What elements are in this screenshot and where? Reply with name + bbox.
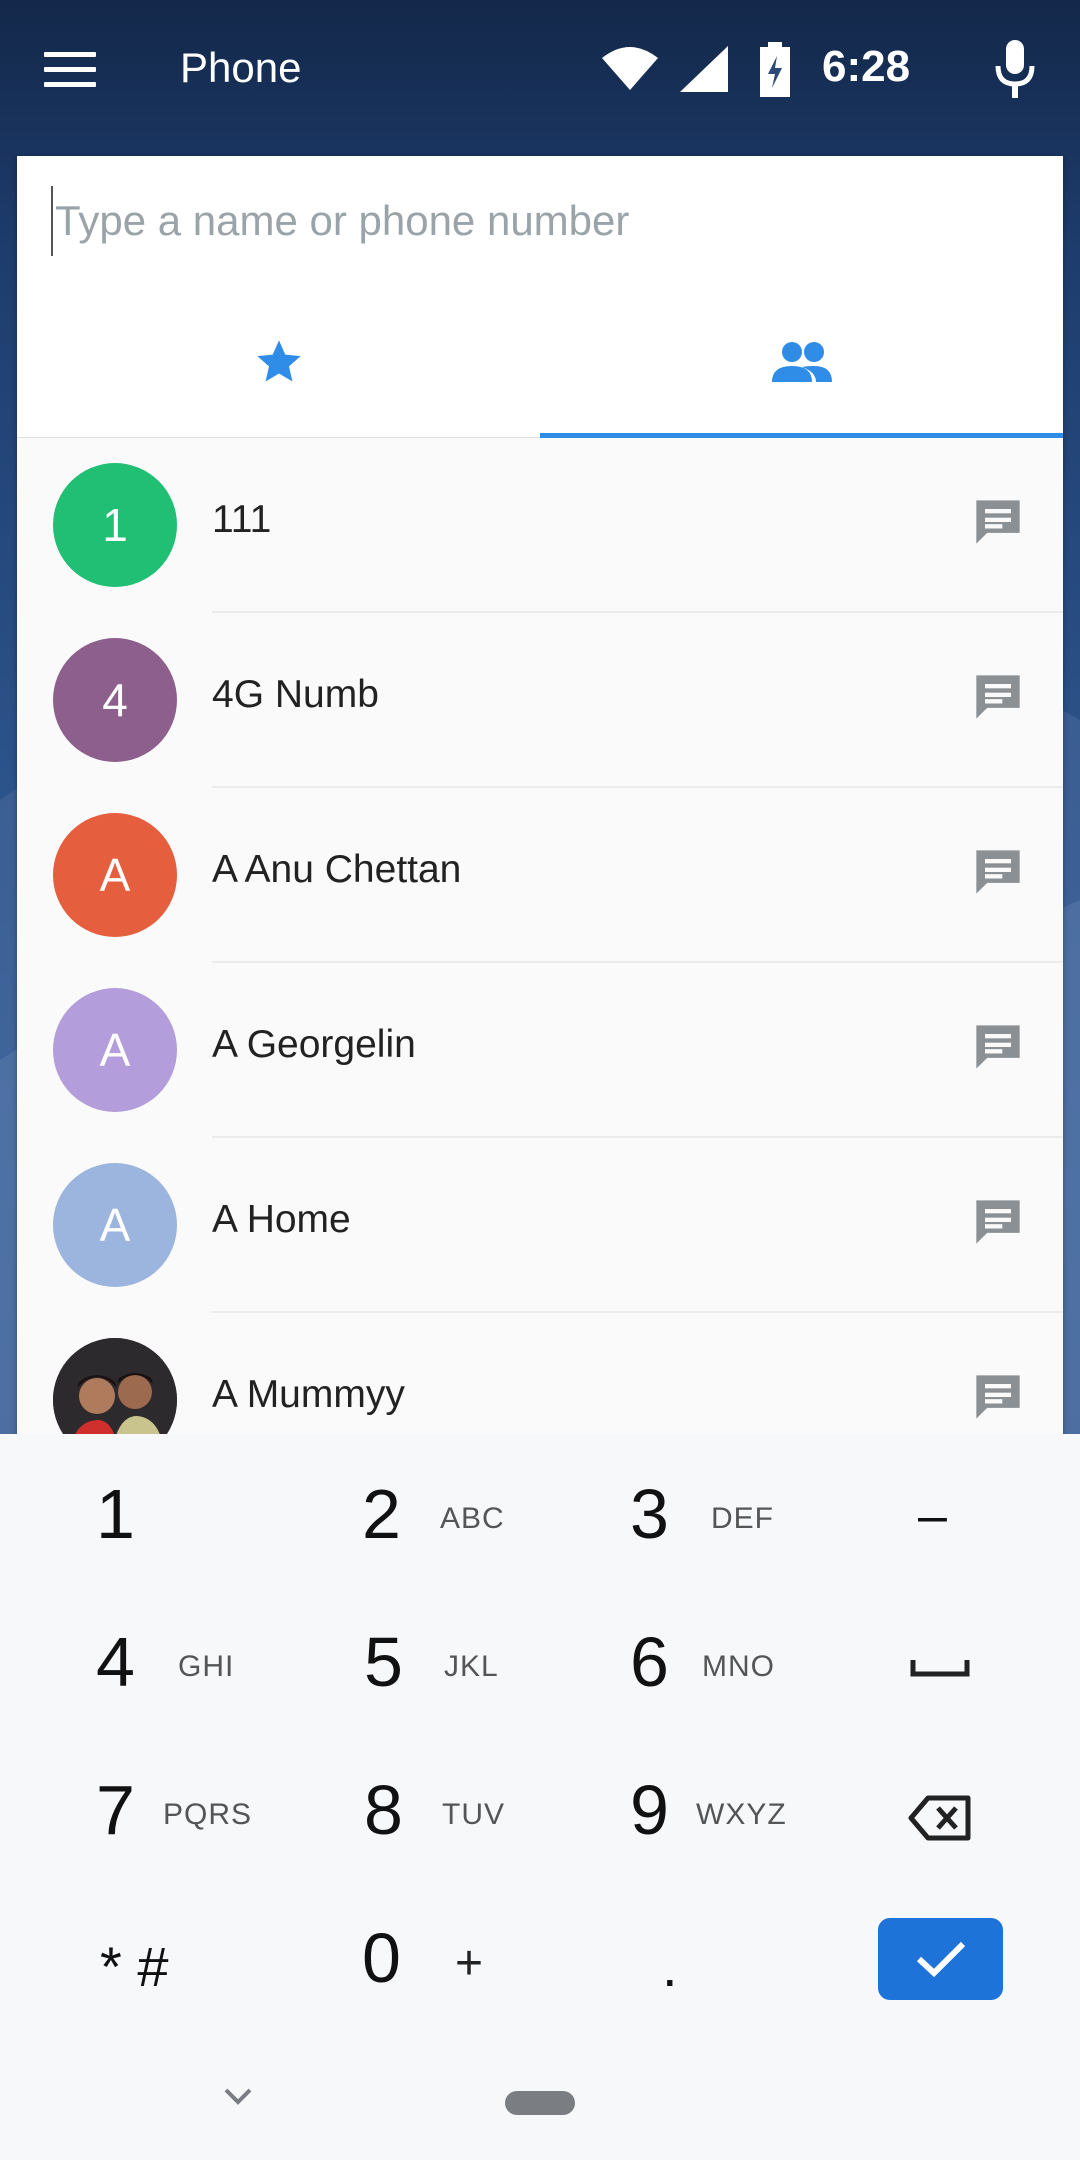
avatar: 1 bbox=[53, 463, 177, 587]
list-item[interactable]: A A Georgelin bbox=[17, 963, 1063, 1138]
chevron-down-icon[interactable] bbox=[220, 2084, 256, 2108]
backspace-icon[interactable] bbox=[908, 1794, 972, 1842]
key-7[interactable]: 7 PQRS bbox=[0, 1730, 270, 1878]
key-8[interactable]: 8 TUV bbox=[270, 1730, 540, 1878]
app-bar: Phone 6:28 bbox=[0, 0, 1080, 150]
avatar: A bbox=[53, 813, 177, 937]
key-6[interactable]: 6 MNO bbox=[540, 1582, 810, 1730]
key-letters: DEF bbox=[711, 1502, 774, 1535]
key-digit: 1 bbox=[96, 1475, 135, 1553]
key-letters: ABC bbox=[440, 1502, 505, 1535]
tab-favorites[interactable] bbox=[17, 286, 540, 438]
key-digit: 5 bbox=[364, 1623, 403, 1701]
key-2[interactable]: 2 ABC bbox=[270, 1434, 540, 1582]
confirm-button[interactable] bbox=[878, 1918, 1003, 2000]
avatar: A bbox=[53, 988, 177, 1112]
list-item[interactable]: 1 111 bbox=[17, 438, 1063, 613]
home-pill[interactable] bbox=[505, 2091, 575, 2115]
battery-charging-icon bbox=[760, 42, 790, 97]
star-icon bbox=[256, 340, 301, 382]
tab-bar bbox=[17, 286, 1063, 438]
key-digit: 9 bbox=[630, 1771, 669, 1849]
key-letters: PQRS bbox=[163, 1798, 253, 1831]
key-0[interactable]: 0 + bbox=[270, 1878, 540, 2026]
key-letters: WXYZ bbox=[696, 1798, 787, 1831]
key-digit: 6 bbox=[630, 1623, 669, 1701]
key-5[interactable]: 5 JKL bbox=[270, 1582, 540, 1730]
list-item[interactable]: A A Anu Chettan bbox=[17, 788, 1063, 963]
contact-name: A Anu Chettan bbox=[212, 848, 462, 891]
contacts-card: 1 111 4 4G Numb A A Anu Chettan A A Geor… bbox=[17, 156, 1063, 1456]
menu-icon[interactable] bbox=[44, 52, 96, 88]
contact-name: A Home bbox=[212, 1198, 351, 1241]
key-1[interactable]: 1 bbox=[0, 1434, 270, 1582]
key-digit: 3 bbox=[630, 1475, 669, 1553]
cell-signal-icon bbox=[680, 46, 728, 92]
wifi-icon bbox=[602, 47, 658, 90]
key-9[interactable]: 9 WXYZ bbox=[540, 1730, 810, 1878]
search-box bbox=[17, 156, 1063, 286]
star-hash-key[interactable]: * # bbox=[100, 1934, 169, 1999]
key-4[interactable]: 4 GHI bbox=[0, 1582, 270, 1730]
list-item[interactable]: 4 4G Numb bbox=[17, 613, 1063, 788]
message-icon[interactable] bbox=[972, 671, 1024, 723]
contact-name: A Mummyy bbox=[212, 1373, 405, 1416]
message-icon[interactable] bbox=[972, 1021, 1024, 1073]
key-letters: TUV bbox=[442, 1798, 505, 1831]
key-digit: 4 bbox=[96, 1623, 135, 1701]
key-digit: 2 bbox=[362, 1475, 401, 1553]
microphone-icon[interactable] bbox=[990, 38, 1040, 100]
space-key[interactable] bbox=[910, 1656, 970, 1680]
key-letters: JKL bbox=[444, 1650, 499, 1683]
app-title: Phone bbox=[180, 44, 302, 91]
key-3[interactable]: 3 DEF bbox=[540, 1434, 810, 1582]
dialpad: 1 2 ABC 3 DEF – 4 GHI 5 JKL 6 MNO 7 PQRS… bbox=[0, 1434, 1080, 2160]
message-icon[interactable] bbox=[972, 1196, 1024, 1248]
contact-name: 4G Numb bbox=[212, 673, 379, 716]
checkmark-icon bbox=[916, 1941, 965, 1978]
key-digit: 8 bbox=[364, 1771, 403, 1849]
message-icon[interactable] bbox=[972, 1371, 1024, 1423]
tab-contacts[interactable] bbox=[540, 286, 1063, 438]
search-input[interactable] bbox=[51, 186, 1011, 256]
key-digit: 7 bbox=[96, 1771, 135, 1849]
clock: 6:28 bbox=[822, 42, 911, 91]
message-icon[interactable] bbox=[972, 496, 1024, 548]
contact-name: A Georgelin bbox=[212, 1023, 416, 1066]
contact-name: 111 bbox=[212, 498, 272, 541]
avatar: 4 bbox=[53, 638, 177, 762]
status-bar: 6:28 bbox=[600, 30, 1080, 110]
avatar: A bbox=[53, 1163, 177, 1287]
plus-label: + bbox=[455, 1937, 485, 1990]
key-letters: GHI bbox=[178, 1650, 235, 1683]
list-item[interactable]: A A Home bbox=[17, 1138, 1063, 1313]
key-digit: 0 bbox=[362, 1919, 401, 1997]
message-icon[interactable] bbox=[972, 846, 1024, 898]
contact-list: 1 111 4 4G Numb A A Anu Chettan A A Geor… bbox=[17, 438, 1063, 1456]
people-icon bbox=[771, 342, 832, 382]
key-letters: MNO bbox=[702, 1650, 775, 1683]
dash-key[interactable]: – bbox=[918, 1486, 947, 1546]
dot-key[interactable]: . bbox=[662, 1934, 678, 1999]
